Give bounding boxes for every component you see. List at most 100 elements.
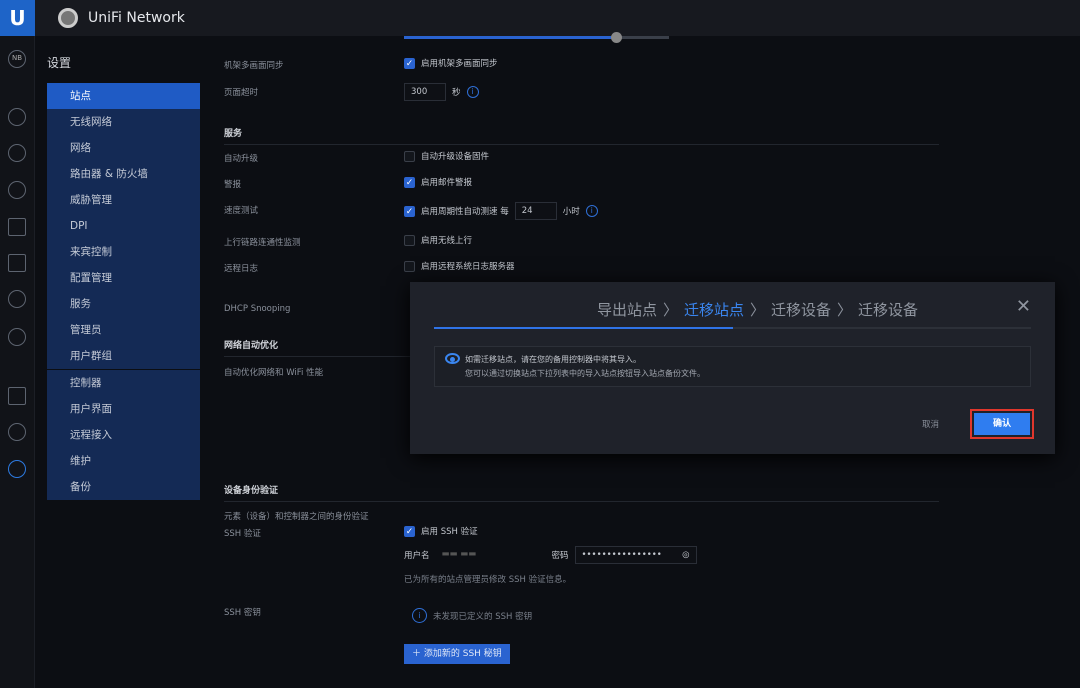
menu-item-site[interactable]: 站点 (47, 83, 200, 109)
show-password-icon[interactable]: ◎ (682, 547, 689, 563)
menu-item-controller[interactable]: 控制器 (47, 370, 200, 396)
menu-item-remote-access[interactable]: 远程接入 (47, 422, 200, 448)
alerts-checkbox[interactable]: ✓ (404, 177, 415, 188)
topology-icon[interactable] (8, 144, 26, 162)
shield-icon[interactable] (8, 328, 26, 346)
menu-item-wireless[interactable]: 无线网络 (47, 109, 200, 135)
speedtest-label: 速度测试 (224, 204, 258, 216)
step-migrate-devices-2: 迁移设备 (858, 301, 918, 319)
wizard-progress (434, 327, 1031, 329)
alerts-option: 启用邮件警报 (421, 176, 472, 188)
auto-upgrade-checkbox[interactable] (404, 151, 415, 162)
menu-item-maintenance[interactable]: 维护 (47, 448, 200, 474)
timeout-unit: 秒 (452, 86, 461, 98)
uplink-checkbox[interactable] (404, 235, 415, 246)
menu-item-profiles[interactable]: 配置管理 (47, 265, 200, 291)
optimize-heading: 网络自动优化 (224, 338, 278, 351)
menu-item-guest[interactable]: 来宾控制 (47, 239, 200, 265)
timeout-input[interactable]: 300 (404, 83, 446, 101)
eye-icon (445, 353, 460, 364)
menu-item-backup[interactable]: 备份 (47, 474, 200, 500)
uplink-label: 上行链路连通性监测 (224, 236, 301, 248)
speedtest-checkbox[interactable]: ✓ (404, 206, 415, 217)
remote-log-label: 远程日志 (224, 262, 258, 274)
dhcp-snooping-label: DHCP Snooping (224, 304, 290, 314)
ssh-auth-checkbox[interactable]: ✓ (404, 526, 415, 537)
plus-icon: ＋ (412, 649, 424, 659)
add-ssh-key-label: 添加新的 SSH 秘钥 (424, 649, 502, 659)
password-input[interactable]: •••••••••••••••• (582, 547, 662, 563)
divider (224, 144, 939, 145)
remote-log-checkbox[interactable] (404, 261, 415, 272)
username-label: 用户名 (404, 549, 430, 561)
slider[interactable] (404, 36, 669, 39)
ssh-auth-option: 启用 SSH 验证 (421, 525, 478, 537)
auth-heading: 设备身份验证 (224, 483, 278, 496)
gear-icon[interactable] (8, 460, 26, 478)
clients-icon[interactable] (8, 218, 26, 236)
ubiquiti-logo[interactable]: U (0, 0, 35, 36)
menu-item-user-groups[interactable]: 用户群组 (47, 343, 200, 369)
cancel-button[interactable]: 取消 (922, 418, 939, 430)
notice-line-2: 您可以通过切换站点下拉列表中的导入站点按钮导入站点备份文件。 (465, 367, 1030, 381)
speedtest-interval-input[interactable]: 24 (515, 202, 557, 220)
statistics-icon[interactable] (8, 254, 26, 272)
confirm-button[interactable]: 确认 (974, 413, 1030, 435)
menu-item-routing-firewall[interactable]: 路由器 & 防火墙 (47, 161, 200, 187)
notice-line-1: 如需迁移站点，请在您的备用控制器中将其导入。 (465, 353, 1030, 367)
menu-item-admins[interactable]: 管理员 (47, 317, 200, 343)
chevron-right-icon: 〉 (750, 301, 765, 319)
ssh-auth-label: SSH 验证 (224, 527, 261, 539)
ssh-note: 已为所有的站点管理员修改 SSH 验证信息。 (404, 573, 571, 585)
remote-log-option: 启用远程系统日志服务器 (421, 260, 515, 272)
info-icon[interactable]: i (586, 205, 598, 217)
step-export-site: 导出站点 (597, 301, 657, 319)
insights-icon[interactable] (8, 290, 26, 308)
settings-title: 设置 (47, 54, 71, 71)
multi-sync-checkbox[interactable]: ✓ (404, 58, 415, 69)
menu-item-ui[interactable]: 用户界面 (47, 396, 200, 422)
info-icon[interactable]: i (467, 86, 479, 98)
dashboard-icon[interactable] (8, 108, 26, 126)
step-migrate-site: 迁移站点 (684, 301, 744, 319)
auto-upgrade-label: 自动升级 (224, 152, 258, 164)
multi-sync-label: 机架多画面同步 (224, 59, 284, 71)
calendar-icon[interactable] (8, 387, 26, 405)
services-heading: 服务 (224, 126, 242, 139)
alerts-label: 警报 (224, 178, 241, 190)
app-brand: UniFi Network (58, 8, 185, 28)
timeout-label: 页面超时 (224, 86, 258, 98)
menu-item-dpi[interactable]: DPI (47, 213, 200, 239)
bell-icon[interactable] (8, 423, 26, 441)
speedtest-option: 启用周期性自动测速 每 (421, 205, 509, 217)
ssh-keys-label: SSH 密钥 (224, 606, 261, 618)
divider (224, 501, 939, 502)
username-input[interactable]: ▬▬ ▬▬ (436, 546, 546, 564)
chevron-right-icon: 〉 (663, 301, 678, 319)
speedtest-unit: 小时 (563, 205, 580, 217)
unifi-icon (58, 8, 78, 28)
auto-upgrade-option: 自动升级设备固件 (421, 150, 489, 162)
icon-rail: NB (0, 36, 35, 688)
wizard-steps: 导出站点〉迁移站点〉迁移设备〉迁移设备 (410, 299, 1055, 320)
ssh-keys-empty: 未发现已定义的 SSH 密钥 (433, 610, 532, 622)
slider-handle[interactable] (611, 32, 622, 43)
chevron-right-icon: 〉 (837, 301, 852, 319)
uplink-option: 启用无线上行 (421, 234, 472, 246)
multi-sync-option: 启用机架多画面同步 (421, 57, 498, 69)
migration-notice: 如需迁移站点，请在您的备用控制器中将其导入。 您可以通过切换站点下拉列表中的导入… (434, 346, 1031, 387)
menu-item-networks[interactable]: 网络 (47, 135, 200, 161)
avatar[interactable]: NB (8, 50, 26, 68)
top-bar: U UniFi Network (0, 0, 1080, 36)
settings-menu: 站点 无线网络 网络 路由器 & 防火墙 威胁管理 DPI 来宾控制 配置管理 … (47, 83, 200, 500)
close-icon[interactable]: ✕ (1016, 296, 1031, 317)
info-icon: i (412, 608, 427, 623)
auth-description: 元素（设备）和控制器之间的身份验证 (224, 510, 369, 522)
menu-item-threat[interactable]: 威胁管理 (47, 187, 200, 213)
password-label: 密码 (552, 549, 569, 561)
devices-icon[interactable] (8, 181, 26, 199)
menu-item-services[interactable]: 服务 (47, 291, 200, 317)
add-ssh-key-button[interactable]: ＋ 添加新的 SSH 秘钥 (404, 644, 510, 664)
app-title: UniFi Network (88, 10, 185, 26)
step-migrate-devices: 迁移设备 (771, 301, 831, 319)
